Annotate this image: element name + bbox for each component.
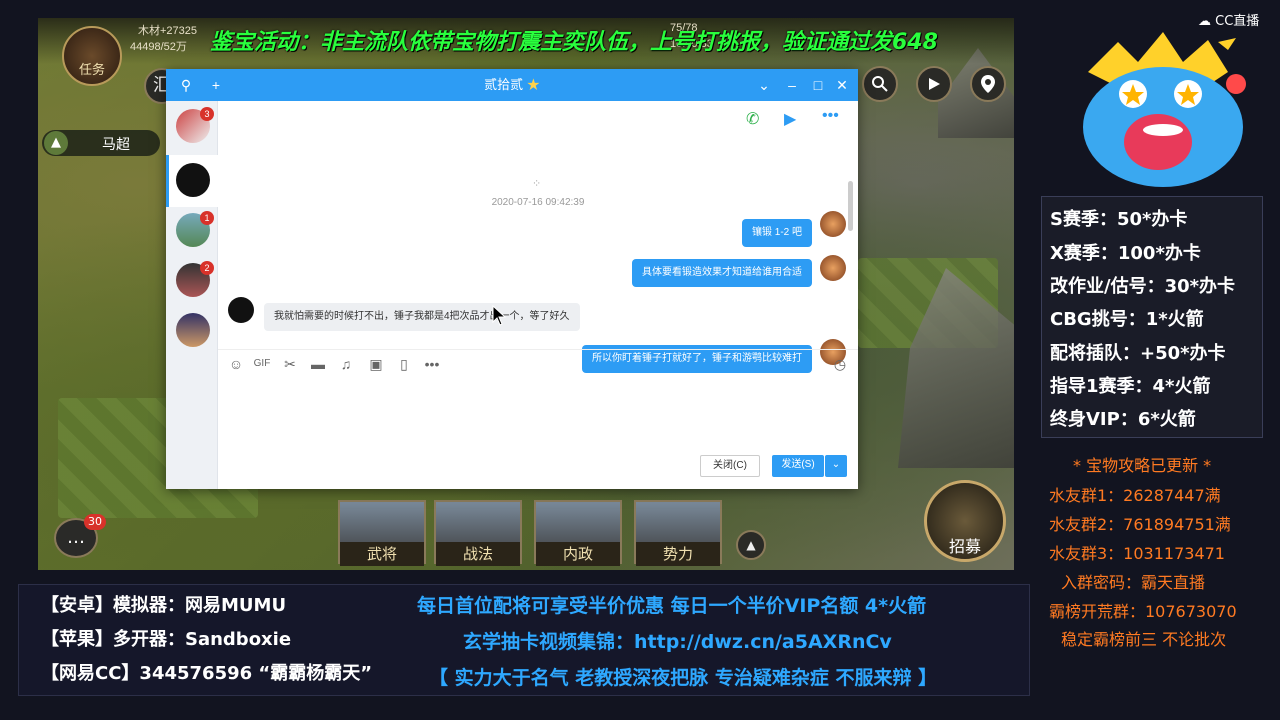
message-input[interactable] — [218, 379, 858, 449]
history-clock-icon[interactable]: ◷ — [830, 356, 850, 373]
resource-wood: 木材+27325 — [138, 25, 198, 37]
promo-line: 每日首位配将可享受半价优惠 每日一个半价VIP名额 4*火箭 — [417, 595, 927, 617]
mascot-image — [1083, 32, 1246, 187]
task-button[interactable]: 任务 — [62, 26, 122, 86]
tactics-label: 战法 — [436, 542, 520, 566]
mouse-cursor-icon — [492, 305, 506, 326]
unread-badge: 2 — [200, 261, 214, 275]
search-icon[interactable] — [862, 66, 898, 102]
event-banner: 鉴宝活动：非主流队依带宝物打震主奕队伍，上号打挑报，验证通过发648 — [210, 30, 938, 55]
play-icon[interactable] — [916, 66, 952, 102]
message-bubble: 具体要看锻造效果才知道给谁用合适 — [632, 259, 812, 287]
info-line: 【苹果】多开器：Sandboxie — [41, 629, 292, 650]
contact-list: 3 1 2 — [166, 101, 218, 489]
contact-avatar[interactable] — [176, 313, 210, 347]
price-item: 终身VIP：6*火箭 — [1050, 409, 1196, 430]
chat-badge: 30 — [84, 514, 106, 530]
group-item: 稳定霸榜前三 不论批次 — [1061, 630, 1227, 649]
tent-icon: ▲ — [44, 131, 68, 155]
generals-label: 武将 — [340, 542, 424, 566]
avatar — [820, 255, 846, 281]
faction-button[interactable]: 势力 — [634, 500, 722, 566]
group-item: 水友群3：1031173471 — [1049, 544, 1225, 563]
scissors-icon[interactable]: ✂ — [280, 356, 300, 373]
screen-icon[interactable]: ▯ — [394, 356, 414, 373]
folder-icon[interactable]: ▬ — [308, 356, 328, 372]
emoji-icon[interactable]: ☺ — [226, 356, 246, 372]
hero-name: 马超 — [102, 137, 130, 153]
unread-badge: 3 — [200, 107, 214, 121]
contact-avatar[interactable] — [176, 163, 210, 197]
input-toolbar: ☺ GIF ✂ ▬ ♫ ▣ ▯ ••• ◷ — [218, 349, 858, 379]
price-item: 指导1赛季：4*火箭 — [1050, 376, 1211, 397]
phone-icon[interactable]: ✆ — [746, 109, 759, 129]
resource-count: 44498/52万 — [130, 41, 187, 53]
send-button[interactable]: 发送(S) — [772, 455, 824, 477]
group-list: * 宝物攻略已更新 * 水友群1：26287447满 水友群2：76189475… — [1041, 446, 1263, 656]
avatar — [820, 211, 846, 237]
avatar — [228, 297, 254, 323]
more-tools-icon[interactable]: ••• — [422, 356, 442, 372]
task-label: 任务 — [78, 63, 105, 78]
info-line: 【网易CC】344576596 “霸霸杨霸天” — [41, 663, 373, 684]
message-timestamp: 2020-07-16 09:42:39 — [491, 197, 585, 208]
group-item: * 宝物攻略已更新 * — [1073, 456, 1212, 475]
price-item: 改作业/估号：30*办卡 — [1050, 276, 1236, 297]
chat-window[interactable]: ⚲ + 贰拾贰 ★ ⌄ – □ ✕ 3 1 2 ✆ ▶ ••• ⁘ 2020-0… — [166, 69, 858, 489]
location-pin-icon[interactable] — [970, 66, 1006, 102]
price-item: S赛季：50*办卡 — [1050, 209, 1188, 230]
close-icon[interactable]: ✕ — [830, 69, 854, 101]
message-area: ✆ ▶ ••• ⁘ 2020-07-16 09:42:39 镶锻 1-2 吧 具… — [218, 101, 858, 373]
price-item: CBG挑号：1*火箭 — [1050, 309, 1204, 330]
info-panel: 【安卓】模拟器：网易MUMU 【苹果】多开器：Sandboxie 【网易CC】3… — [18, 584, 1030, 696]
minimize-icon[interactable]: – — [780, 69, 804, 101]
message-bubble: 我就怕需要的时候打不出，锤子我都是4把次品才出一个，等了好久 — [264, 303, 580, 331]
group-item: 霸榜开荒群：107673070 — [1049, 602, 1237, 621]
maximize-icon[interactable]: □ — [806, 69, 830, 101]
more-icon[interactable]: ••• — [822, 107, 839, 125]
gif-icon[interactable]: GIF — [252, 358, 272, 369]
price-item: 配将插队：+50*办卡 — [1050, 343, 1226, 364]
image-icon[interactable]: ▣ — [366, 356, 386, 373]
expand-up-icon[interactable]: ▲ — [736, 530, 766, 560]
stream-overlay: 木材+27325 44498/52万 75/78 10:00:33 任务 汇 ▲… — [0, 0, 1280, 720]
unread-badge: 1 — [200, 211, 214, 225]
promo-link[interactable]: 玄学抽卡视频集锦：http://dwz.cn/a5AXRnCv — [463, 627, 892, 654]
loading-icon: ⁘ — [532, 178, 542, 190]
domestic-button[interactable]: 内政 — [534, 500, 622, 566]
chevron-down-icon[interactable]: ⌄ — [752, 69, 776, 101]
scrollbar[interactable] — [848, 181, 853, 231]
send-options-dropdown[interactable]: ⌄ — [825, 455, 847, 477]
domestic-label: 内政 — [536, 542, 620, 566]
platform-logo: ☁ CC直播 — [1198, 14, 1260, 29]
generals-button[interactable]: 武将 — [338, 500, 426, 566]
hero-chip[interactable]: ▲ 马超 — [42, 130, 160, 156]
recruit-button[interactable]: 招募 — [924, 480, 1006, 562]
info-line: 【安卓】模拟器：网易MUMU — [41, 595, 287, 616]
group-item: 入群密码：霸天直播 — [1061, 573, 1206, 592]
message-bubble: 镶锻 1-2 吧 — [741, 219, 812, 247]
close-chat-button[interactable]: 关闭(C) — [700, 455, 760, 477]
price-list: S赛季：50*办卡 X赛季：100*办卡 改作业/估号：30*办卡 CBG挑号：… — [1041, 196, 1263, 438]
tactics-button[interactable]: 战法 — [434, 500, 522, 566]
group-item: 水友群2：761894751满 — [1049, 515, 1231, 534]
chat-titlebar[interactable]: ⚲ + 贰拾贰 ★ ⌄ – □ ✕ — [166, 69, 858, 101]
headset-icon[interactable]: ♫ — [336, 356, 356, 372]
video-icon[interactable]: ▶ — [784, 109, 796, 129]
faction-label: 势力 — [636, 542, 720, 566]
price-item: X赛季：100*办卡 — [1050, 243, 1201, 264]
recruit-label: 招募 — [948, 537, 981, 556]
group-item: 水友群1：26287447满 — [1049, 486, 1221, 505]
promo-line: 【 实力大于名气 老教授深夜把脉 专治疑难杂症 不服来辩 】 — [429, 667, 938, 689]
